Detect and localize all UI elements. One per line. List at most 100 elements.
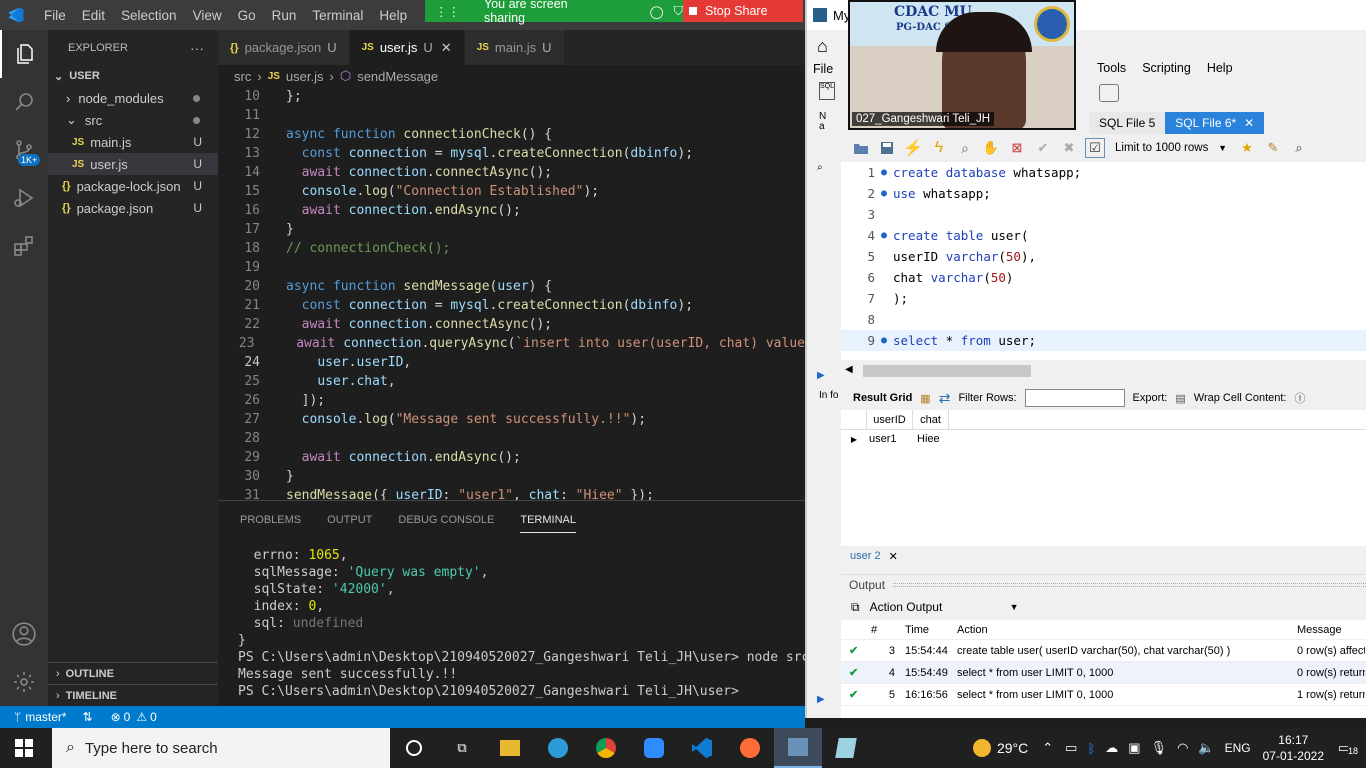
meet-icon[interactable]: ▣: [1128, 740, 1140, 756]
tree-item-user-js[interactable]: JS user.js U: [48, 153, 218, 175]
file-menu[interactable]: File: [813, 62, 833, 76]
sql-line[interactable]: 4 ● create table user(: [841, 225, 1366, 246]
stop-icon[interactable]: ✋: [981, 138, 1001, 158]
menu-tools[interactable]: Tools: [1097, 61, 1126, 75]
weather-icon[interactable]: [972, 739, 991, 757]
commit-icon[interactable]: ✔: [1033, 138, 1053, 158]
tab-sql-file-5[interactable]: SQL File 5: [1089, 112, 1166, 134]
tab-main-js[interactable]: JS main.js U: [464, 30, 565, 65]
sql-line[interactable]: 1 ● create database whatsapp;: [841, 162, 1366, 183]
output-row[interactable]: ✔ 4 15:54:49 select * from user LIMIT 0, 10…: [841, 662, 1366, 684]
sql-line[interactable]: 3: [841, 204, 1366, 225]
code-line[interactable]: 27 console.log("Message sent successfull…: [218, 410, 805, 429]
tree-item-node-modules[interactable]: › node_modules: [48, 87, 218, 109]
zoom-icon[interactable]: [630, 728, 678, 768]
task-view-icon[interactable]: ⧉: [438, 728, 486, 768]
workbench-taskbar-icon[interactable]: [774, 728, 822, 768]
search-icon[interactable]: [0, 78, 48, 126]
close-icon[interactable]: ✕: [889, 550, 898, 563]
menu-help[interactable]: Help: [371, 8, 415, 23]
sql-line[interactable]: 8: [841, 309, 1366, 330]
video-participant-tile[interactable]: CDAC MU PG-DAC SE 027_Gangeshwari Teli_J…: [848, 0, 1076, 130]
code-line[interactable]: 25 user.chat,: [218, 372, 805, 391]
timeline-section[interactable]: › TIMELINE: [48, 684, 218, 706]
action-output-select[interactable]: ⧉ Action Output ▼: [841, 596, 1366, 618]
beautify-icon[interactable]: ✎: [1263, 138, 1283, 158]
sql-line[interactable]: 7);: [841, 288, 1366, 309]
scroll-left-icon[interactable]: ◀: [845, 364, 853, 375]
code-line[interactable]: 28: [218, 429, 805, 448]
search-icon[interactable]: ⌕: [817, 162, 823, 173]
splitter[interactable]: [893, 582, 1366, 587]
copy-icon[interactable]: ⧉: [851, 600, 860, 615]
sync-icon[interactable]: ⇅: [83, 710, 93, 724]
close-icon[interactable]: ✕: [1244, 116, 1254, 130]
extensions-icon[interactable]: [0, 222, 48, 270]
sql-editor[interactable]: 1 ● create database whatsapp; 2 ● use whatsap…: [841, 162, 1366, 360]
notepad-icon[interactable]: [822, 728, 870, 768]
autocommit-icon[interactable]: ☑: [1085, 138, 1105, 158]
export-icon[interactable]: ▤: [1175, 392, 1185, 405]
result-tab[interactable]: user 2: [850, 550, 881, 562]
menu-edit[interactable]: Edit: [74, 8, 113, 23]
tab-output[interactable]: OUTPUT: [327, 514, 372, 526]
temperature[interactable]: 29°C: [997, 740, 1028, 756]
code-line[interactable]: 29 await connection.endAsync();: [218, 448, 805, 467]
breadcrumb-item[interactable]: src: [234, 69, 251, 84]
sql-line[interactable]: 9 ● select * from user;: [841, 330, 1366, 351]
code-line[interactable]: 21 const connection = mysql.createConnec…: [218, 296, 805, 315]
breadcrumb-item[interactable]: user.js: [286, 69, 324, 84]
wrap-icon[interactable]: Ⓘ: [1295, 390, 1306, 406]
menu-file[interactable]: File: [36, 8, 74, 23]
branch-label[interactable]: master*: [25, 710, 66, 724]
run-debug-icon[interactable]: [0, 174, 48, 222]
code-line[interactable]: 10};: [218, 87, 805, 106]
code-line[interactable]: 14 await connection.connectAsync();: [218, 163, 805, 182]
more-actions-icon[interactable]: ···: [190, 40, 204, 56]
tree-item-src[interactable]: ⌄ src: [48, 109, 218, 131]
vscode-taskbar-icon[interactable]: [678, 728, 726, 768]
postman-icon[interactable]: [726, 728, 774, 768]
cortana-icon[interactable]: [390, 728, 438, 768]
edge-icon[interactable]: [534, 728, 582, 768]
column-header[interactable]: chat: [913, 409, 949, 430]
rollback-icon[interactable]: ✖: [1059, 138, 1079, 158]
error-count[interactable]: 0: [124, 710, 131, 724]
code-line[interactable]: 11: [218, 106, 805, 125]
grid-icon[interactable]: ▦: [920, 392, 930, 405]
table-row[interactable]: ▶ user1 Hiee: [841, 430, 1366, 448]
code-line[interactable]: 31 sendMessage({ userID: "user1", chat: "…: [218, 486, 805, 500]
code-line[interactable]: 18 // connectionCheck();: [218, 239, 805, 258]
notification-icon[interactable]: ▭ 18: [1338, 740, 1366, 756]
table-cell[interactable]: user1: [867, 433, 913, 445]
sql-line[interactable]: 6 chat varchar(50): [841, 267, 1366, 288]
menu-terminal[interactable]: Terminal: [304, 8, 371, 23]
arrow-right-icon[interactable]: ▶: [817, 694, 825, 705]
cloud-icon[interactable]: ☁: [1105, 740, 1118, 756]
code-line[interactable]: 19: [218, 258, 805, 277]
code-line[interactable]: 23 await connection.queryAsync(`insert i…: [218, 334, 805, 353]
open-folder-icon[interactable]: [851, 138, 871, 158]
horizontal-scrollbar[interactable]: ◀: [841, 362, 1366, 380]
warning-icon[interactable]: ⚠: [136, 710, 147, 724]
code-line[interactable]: 30}: [218, 467, 805, 486]
pause-icon[interactable]: ◯: [650, 4, 664, 19]
menu-view[interactable]: View: [185, 8, 230, 23]
output-row[interactable]: ✔ 5 16:16:56 select * from user LIMIT 0, 10…: [841, 684, 1366, 706]
table-cell[interactable]: Hiee: [913, 433, 949, 445]
output-row[interactable]: ✔ 3 15:54:44 create table user( userID varc…: [841, 640, 1366, 662]
outline-section[interactable]: › OUTLINE: [48, 662, 218, 684]
refresh-icon[interactable]: ⇄: [939, 390, 951, 407]
warning-count[interactable]: 0: [150, 710, 157, 724]
accounts-icon[interactable]: [0, 610, 48, 658]
execute-icon[interactable]: ⚡: [903, 138, 923, 158]
execute-current-icon[interactable]: ϟ: [929, 138, 949, 158]
tree-item-package-json[interactable]: {} package.json U: [48, 197, 218, 219]
tree-item-main-js[interactable]: JS main.js U: [48, 131, 218, 153]
bluetooth-icon[interactable]: ᛒ: [1087, 741, 1095, 756]
code-line[interactable]: 15 console.log("Connection Established")…: [218, 182, 805, 201]
scroll-thumb[interactable]: [863, 365, 1031, 377]
find-icon[interactable]: ⌕: [1289, 138, 1309, 158]
breadcrumb-item[interactable]: sendMessage: [357, 69, 438, 84]
code-editor[interactable]: 10}; 11 12 async function connectionCheck()…: [218, 87, 805, 500]
